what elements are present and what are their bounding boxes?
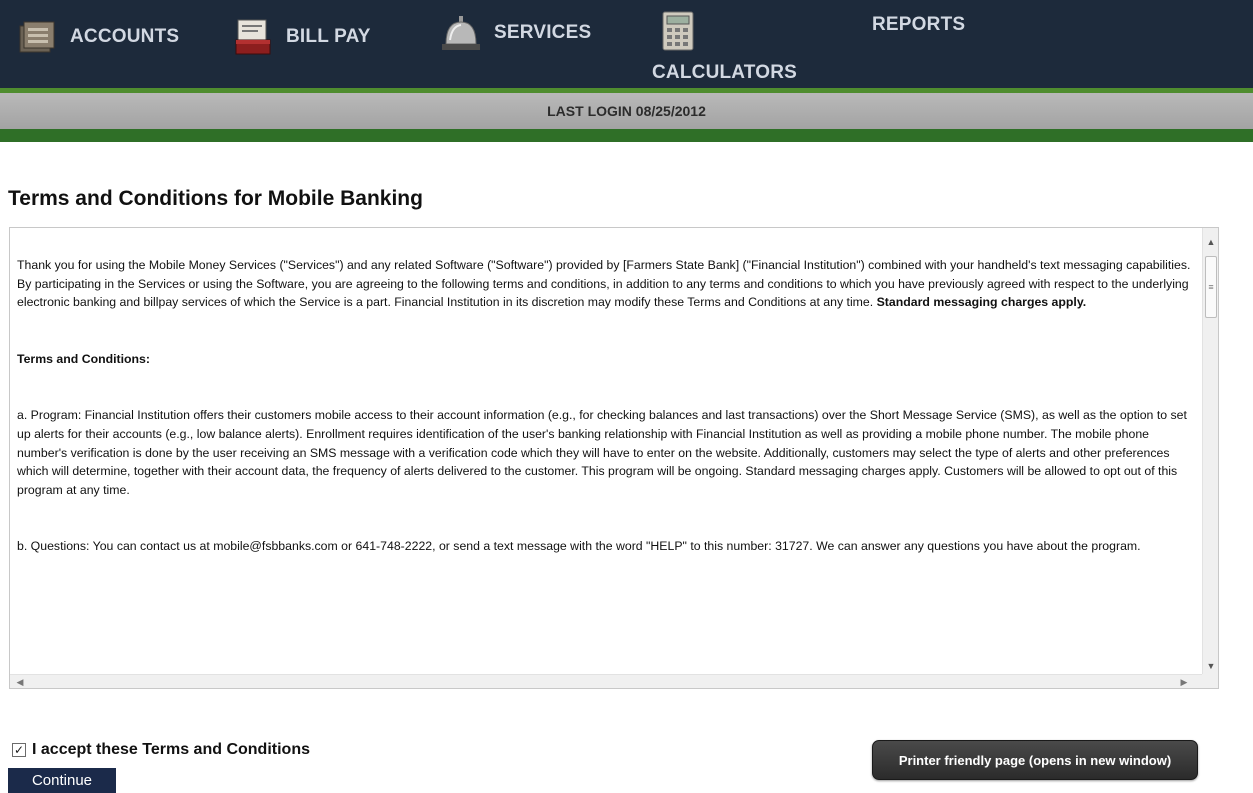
nav-calculators-label: CALCULATORS bbox=[652, 62, 798, 83]
terms-intro: Thank you for using the Mobile Money Ser… bbox=[17, 256, 1196, 312]
terms-heading: Terms and Conditions: bbox=[17, 350, 1196, 369]
checkmark-icon: ✓ bbox=[13, 743, 25, 757]
scroll-down-arrow-icon[interactable]: ▼ bbox=[1203, 658, 1219, 674]
calculator-icon[interactable] bbox=[655, 8, 701, 54]
nav-reports-label: REPORTS bbox=[872, 14, 966, 35]
continue-button[interactable]: Continue bbox=[8, 768, 116, 793]
scroll-left-arrow-icon[interactable]: ◀ bbox=[12, 675, 28, 689]
page-title: Terms and Conditions for Mobile Banking bbox=[8, 187, 423, 210]
terms-program: a. Program: Financial Institution offers… bbox=[17, 408, 1187, 497]
accept-terms-label[interactable]: I accept these Terms and Conditions bbox=[32, 741, 310, 759]
accent-stripe-bottom bbox=[0, 129, 1253, 142]
scrollbar-thumb[interactable]: ≡ bbox=[1205, 256, 1217, 318]
accept-terms-row: ✓ I accept these Terms and Conditions bbox=[12, 741, 310, 759]
vertical-scrollbar[interactable]: ▲ ≡ ▼ bbox=[1202, 228, 1218, 676]
terms-heading-text: Terms and Conditions: bbox=[17, 351, 150, 366]
terms-scroll-box[interactable]: Thank you for using the Mobile Money Ser… bbox=[9, 227, 1219, 689]
scroll-up-arrow-icon[interactable]: ▲ bbox=[1203, 234, 1219, 250]
terms-intro-bold: Standard messaging charges apply. bbox=[876, 295, 1087, 310]
nav-bill-pay[interactable]: BILL PAY bbox=[230, 14, 371, 60]
terms-content: Thank you for using the Mobile Money Ser… bbox=[10, 228, 1204, 676]
nav-accounts-label: ACCOUNTS bbox=[70, 26, 180, 47]
scroll-right-arrow-icon[interactable]: ▶ bbox=[1176, 675, 1192, 689]
printer-friendly-button[interactable]: Printer friendly page (opens in new wind… bbox=[872, 740, 1198, 780]
last-login-bar: LAST LOGIN 08/25/2012 bbox=[0, 93, 1253, 129]
last-login-text: LAST LOGIN 08/25/2012 bbox=[547, 103, 706, 119]
nav-services-label: SERVICES bbox=[494, 22, 592, 43]
nav-bill-pay-label: BILL PAY bbox=[286, 26, 371, 47]
nav-accounts[interactable]: ACCOUNTS bbox=[14, 14, 179, 60]
bill-pay-icon bbox=[235, 19, 271, 55]
nav-calculators[interactable]: CALCULATORS bbox=[652, 62, 797, 84]
scroll-corner bbox=[1202, 674, 1218, 688]
terms-questions: b. Questions: You can contact us at mobi… bbox=[17, 539, 1141, 554]
top-navigation: ACCOUNTS BILL PAY SERVICES CALCULATORS R… bbox=[0, 0, 1253, 88]
service-bell-icon bbox=[442, 16, 480, 50]
accounts-icon bbox=[19, 21, 55, 53]
horizontal-scrollbar[interactable]: ◀ ▶ bbox=[10, 674, 1204, 688]
nav-reports[interactable]: REPORTS bbox=[872, 14, 965, 36]
accept-terms-checkbox[interactable]: ✓ bbox=[12, 743, 26, 757]
nav-services[interactable]: SERVICES bbox=[438, 10, 591, 56]
